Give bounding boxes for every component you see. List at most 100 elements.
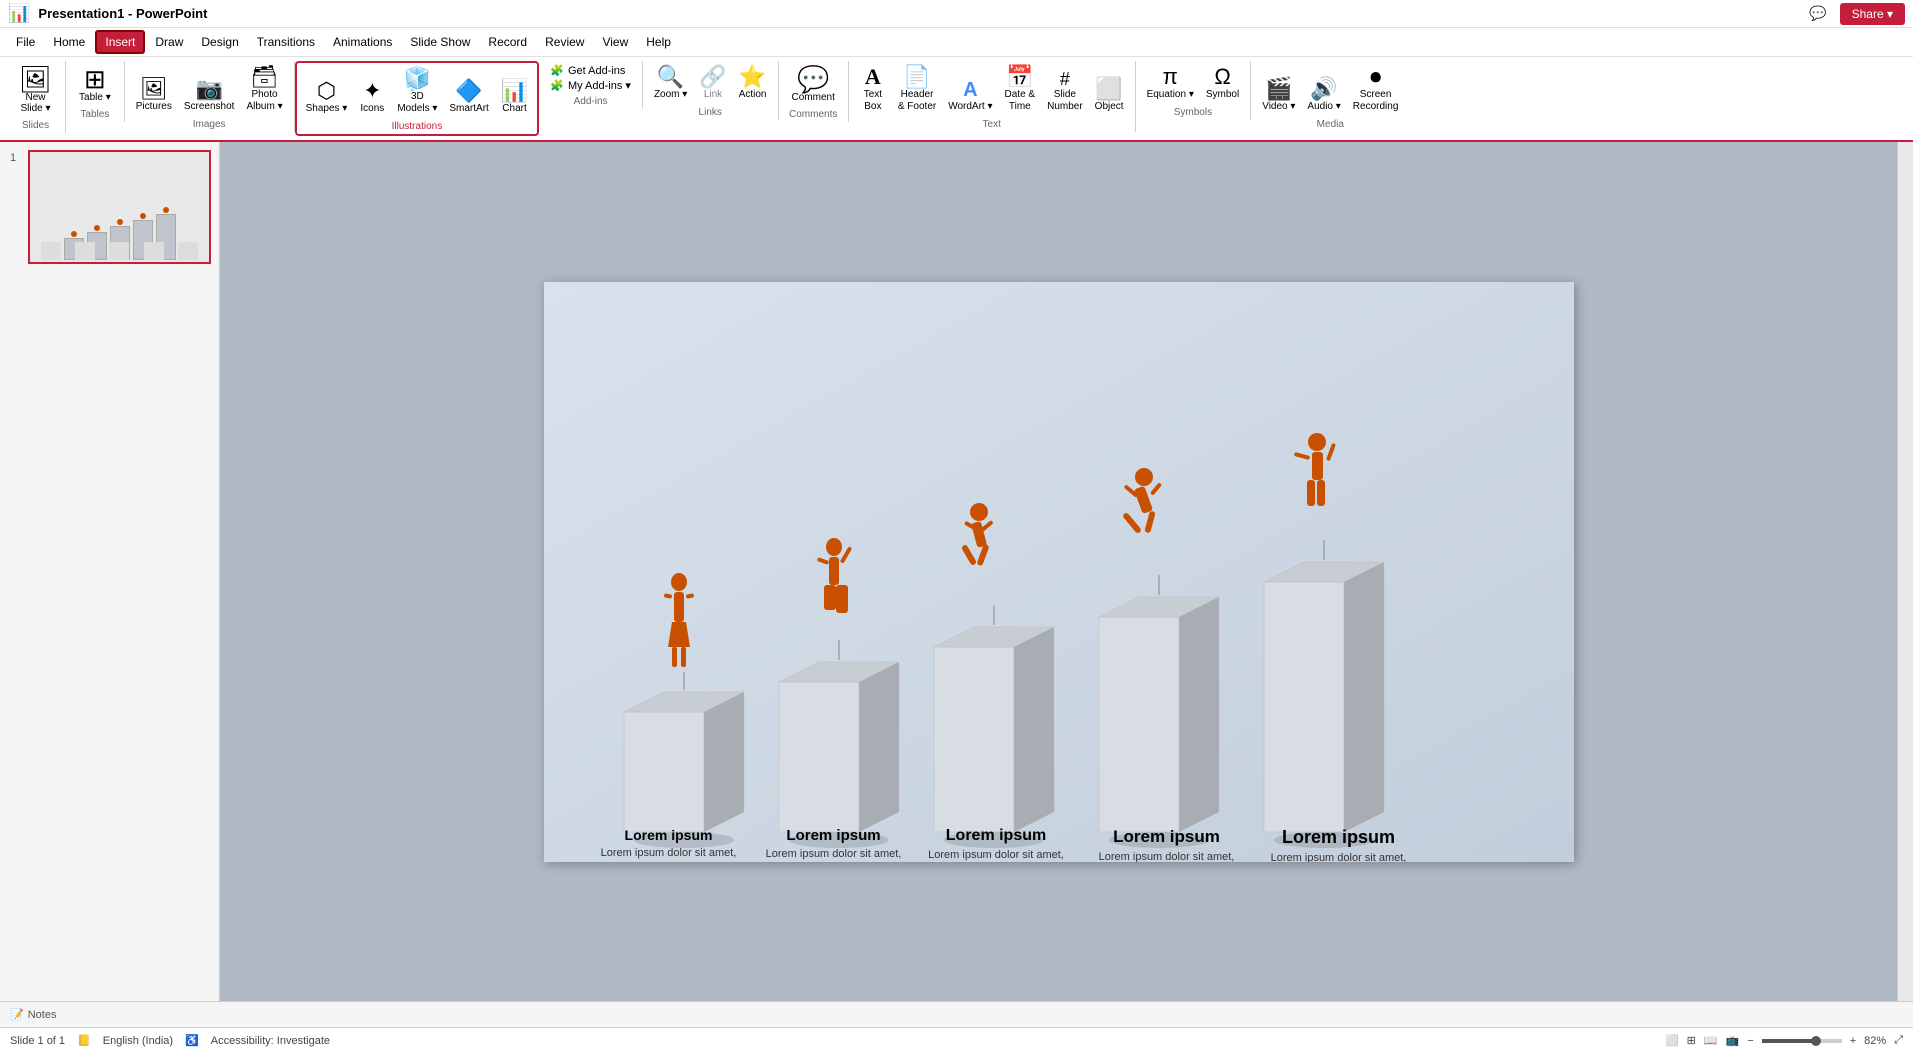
slide-info: Slide 1 of 1 [10, 1035, 65, 1047]
action-button[interactable]: ⭐ Action [734, 63, 772, 104]
screenshot-icon: 📷 [195, 78, 222, 100]
wordart-button[interactable]: A WordArt ▾ [943, 77, 997, 116]
language: English (India) [103, 1035, 173, 1047]
menu-draw[interactable]: Draw [147, 32, 191, 52]
video-label: Video ▾ [1262, 101, 1295, 113]
thumb-label-3 [109, 242, 129, 260]
links-buttons: 🔍 Zoom ▾ 🔗 Link ⭐ Action [649, 63, 772, 104]
menu-design[interactable]: Design [193, 32, 246, 52]
slide-thumbnail[interactable] [28, 150, 211, 264]
action-icon: ⭐ [739, 66, 766, 88]
slide-panel: 1 [0, 142, 220, 1001]
pictures-button[interactable]: 🖼 Pictures [131, 75, 177, 116]
equation-icon: π [1163, 66, 1178, 88]
get-addins-label: Get Add-ins [568, 65, 625, 77]
comments-group-label: Comments [789, 109, 837, 120]
status-right: ⬜ ⊞ 📖 📺 − + 82% ⤢ [1665, 1034, 1903, 1047]
zoom-label: Zoom ▾ [654, 89, 687, 101]
menu-view[interactable]: View [594, 32, 636, 52]
presenter-view-icon[interactable]: 📺 [1726, 1034, 1740, 1047]
symbol-button[interactable]: Ω Symbol [1201, 63, 1244, 104]
ribbon-group-illustrations: ⬡ Shapes ▾ ✦ Icons 🧊 3DModels ▾ 🔷 SmartA… [295, 61, 540, 136]
link-icon: 🔗 [699, 66, 726, 88]
equation-label: Equation ▾ [1147, 89, 1194, 101]
menu-help[interactable]: Help [638, 32, 679, 52]
slide-canvas[interactable]: Lorem ipsum Lorem ipsum dolor sit amet, … [544, 282, 1574, 862]
ribbon-group-text: A TextBox 📄 Header& Footer A WordArt ▾ 📅… [849, 61, 1136, 132]
get-addins-button[interactable]: 🧩 Get Add-ins [545, 63, 636, 78]
top-bar: 📊 Presentation1 - PowerPoint 💬 Share ▾ [0, 0, 1913, 28]
date-time-label: Date &Time [1005, 89, 1036, 113]
menu-home[interactable]: Home [45, 32, 93, 52]
smartart-button[interactable]: 🔷 SmartArt [444, 77, 493, 118]
menu-review[interactable]: Review [537, 32, 592, 52]
zoom-out-icon[interactable]: − [1747, 1035, 1753, 1047]
comment-icon-btn[interactable]: 💬 [1804, 2, 1831, 25]
slide-sorter-icon[interactable]: ⊞ [1687, 1034, 1696, 1047]
video-icon: 🎬 [1265, 78, 1292, 100]
object-label: Object [1095, 101, 1124, 113]
icons-label: Icons [360, 103, 384, 115]
screen-recording-button[interactable]: ⏺ ScreenRecording [1348, 63, 1404, 116]
link-button[interactable]: 🔗 Link [694, 63, 731, 104]
notes-bar[interactable]: 📝 Notes [0, 1001, 1913, 1027]
menu-file[interactable]: File [8, 32, 43, 52]
zoom-slider-fill [1762, 1039, 1814, 1043]
object-icon: ⬜ [1095, 78, 1122, 100]
reading-view-icon[interactable]: 📖 [1704, 1034, 1718, 1047]
ribbon-group-comments: 💬 Comment Comments [779, 61, 849, 122]
screen-recording-label: ScreenRecording [1353, 89, 1399, 113]
share-button[interactable]: Share ▾ [1840, 3, 1905, 25]
equation-button[interactable]: π Equation ▾ [1142, 63, 1199, 104]
table-label: Table ▾ [79, 92, 111, 103]
video-button[interactable]: 🎬 Video ▾ [1257, 75, 1300, 116]
thumb-label-1 [41, 242, 61, 260]
thumb-label-2 [75, 242, 95, 260]
smartart-label: SmartArt [449, 103, 488, 115]
new-slide-label: NewSlide ▾ [20, 92, 50, 114]
my-addins-button[interactable]: 🧩 My Add-ins ▾ [545, 78, 636, 93]
ribbon-group-symbols: π Equation ▾ Ω Symbol Symbols [1136, 61, 1252, 120]
link-label: Link [704, 89, 722, 101]
chart-button[interactable]: 📊 Chart [496, 77, 533, 118]
new-slide-button[interactable]: 🖼 NewSlide ▾ [12, 63, 59, 117]
zoom-percent[interactable]: 82% [1864, 1035, 1886, 1047]
zoom-slider[interactable] [1762, 1039, 1842, 1043]
textbox-label: TextBox [864, 89, 882, 113]
comment-button[interactable]: 💬 Comment [785, 63, 842, 106]
photo-album-button[interactable]: 🗃 PhotoAlbum ▾ [241, 63, 287, 116]
ribbon-group-slides: 🖼 NewSlide ▾ Slides [6, 61, 66, 133]
table-button[interactable]: ⊞ Table ▾ [72, 63, 118, 106]
menu-slideshow[interactable]: Slide Show [402, 32, 478, 52]
symbols-group-label: Symbols [1174, 107, 1212, 118]
media-buttons: 🎬 Video ▾ 🔊 Audio ▾ ⏺ ScreenRecording [1257, 63, 1403, 116]
icons-button[interactable]: ✦ Icons [354, 77, 390, 118]
screenshot-button[interactable]: 📷 Screenshot [179, 75, 240, 116]
fit-slide-icon[interactable]: ⤢ [1894, 1034, 1903, 1047]
status-bar: Slide 1 of 1 📒 English (India) ♿ Accessi… [0, 1027, 1913, 1053]
shapes-button[interactable]: ⬡ Shapes ▾ [301, 77, 353, 118]
date-time-button[interactable]: 📅 Date &Time [1000, 63, 1041, 116]
textbox-button[interactable]: A TextBox [855, 63, 891, 116]
addins-group-label: Add-ins [574, 96, 608, 107]
slide-number-button[interactable]: # SlideNumber [1042, 67, 1088, 116]
audio-button[interactable]: 🔊 Audio ▾ [1302, 75, 1345, 116]
slide-number-label: SlideNumber [1047, 89, 1083, 113]
3d-models-button[interactable]: 🧊 3DModels ▾ [392, 65, 442, 118]
ribbon-group-links: 🔍 Zoom ▾ 🔗 Link ⭐ Action Links [643, 61, 779, 120]
new-slide-icon: 🖼 [19, 66, 52, 92]
shapes-label: Shapes ▾ [306, 103, 348, 115]
normal-view-icon[interactable]: ⬜ [1665, 1034, 1679, 1047]
menu-transitions[interactable]: Transitions [249, 32, 323, 52]
menu-record[interactable]: Record [480, 32, 535, 52]
menu-animations[interactable]: Animations [325, 32, 400, 52]
zoom-icon: 🔍 [657, 66, 684, 88]
header-footer-button[interactable]: 📄 Header& Footer [893, 63, 941, 116]
zoom-button[interactable]: 🔍 Zoom ▾ [649, 63, 692, 104]
main-area: 1 [0, 142, 1913, 1001]
zoom-in-icon[interactable]: + [1850, 1035, 1856, 1047]
slides-group-label: Slides [22, 120, 49, 131]
menu-bar: File Home Insert Draw Design Transitions… [0, 28, 1913, 57]
object-button[interactable]: ⬜ Object [1090, 75, 1129, 116]
menu-insert[interactable]: Insert [95, 30, 145, 54]
